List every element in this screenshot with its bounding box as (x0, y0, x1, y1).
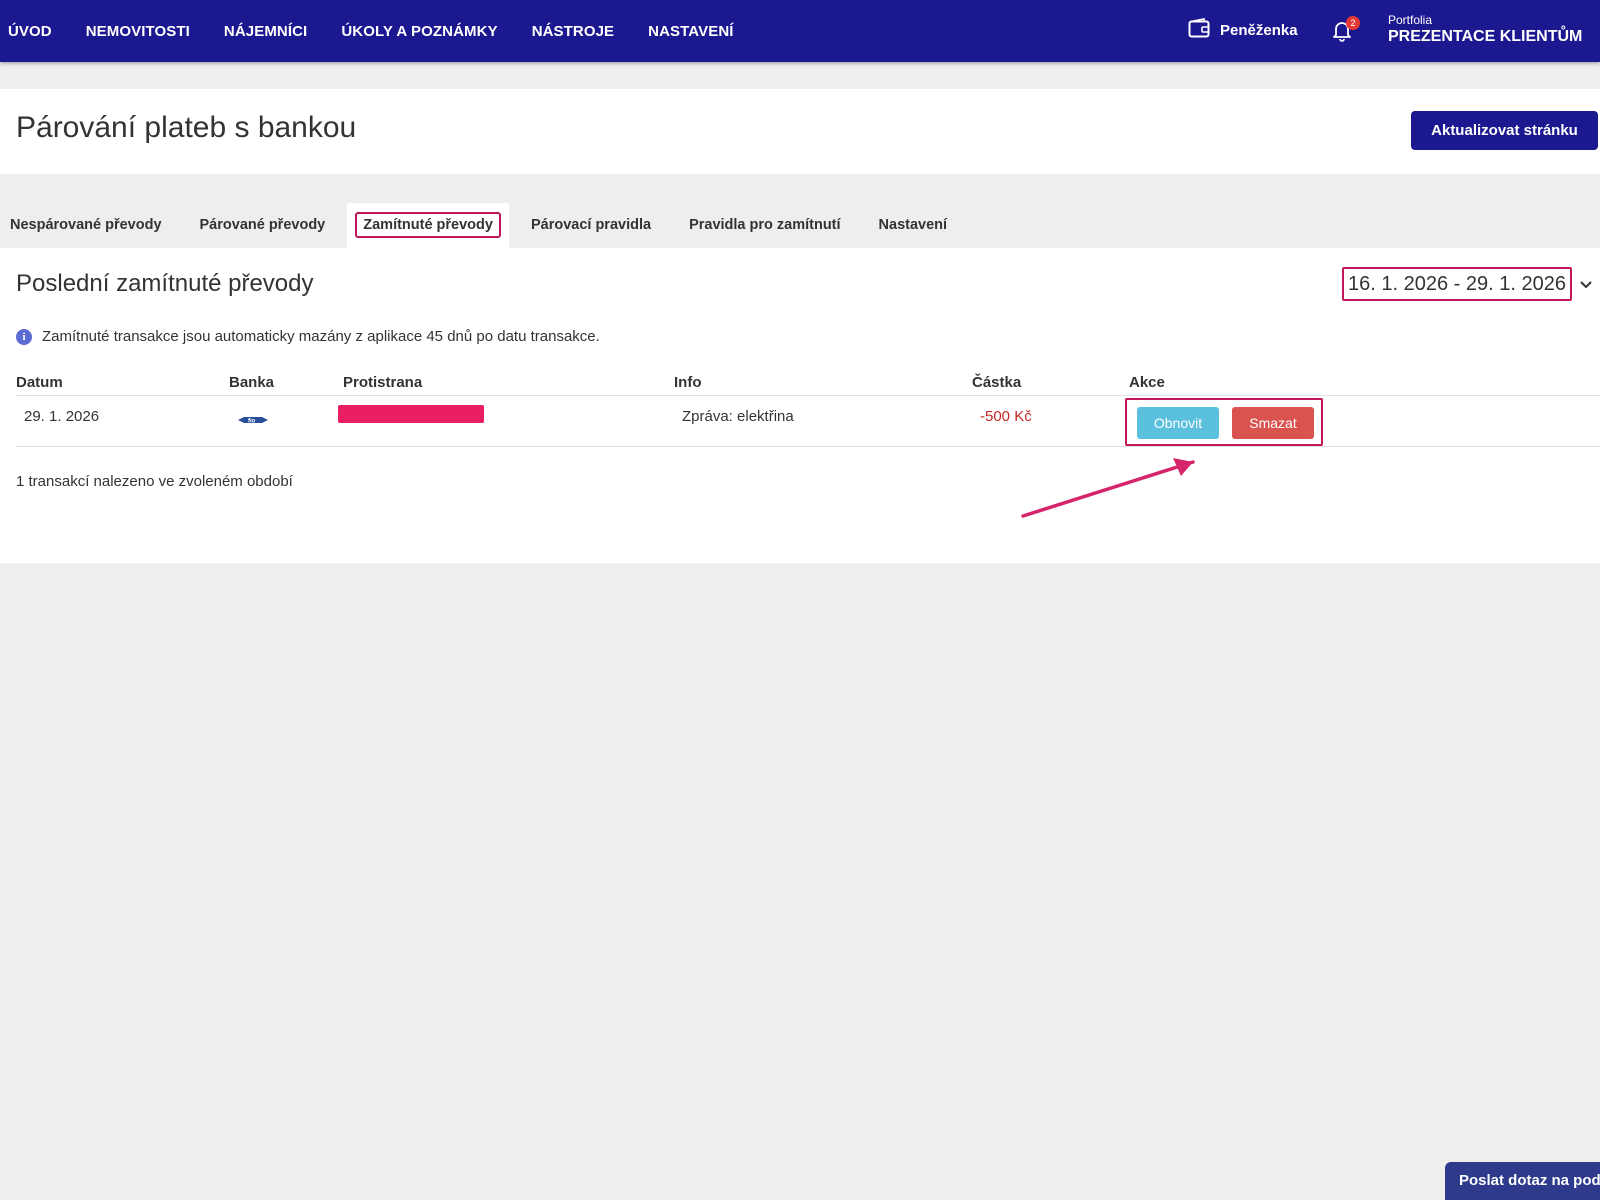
tab-nastaveni[interactable]: Nastavení (879, 203, 948, 248)
restore-button[interactable]: Obnovit (1137, 407, 1219, 439)
tab-label: Nespárované převody (10, 217, 162, 233)
wallet-icon (1188, 18, 1210, 43)
portfolio-label: Portfolia (1388, 13, 1433, 27)
row-info: Zpráva: elektřina (682, 408, 794, 425)
column-header-counterparty: Protistrana (343, 374, 423, 391)
row-date: 29. 1. 2026 (24, 408, 100, 425)
page-header: Párování plateb s bankou Aktualizovat st… (0, 89, 1600, 174)
date-range-picker[interactable]: 16. 1. 2026 - 29. 1. 2026 (1342, 267, 1572, 301)
top-navigation: ÚVOD NEMOVITOSTI NÁJEMNÍCI ÚKOLY A POZNÁ… (0, 0, 1600, 62)
column-header-info: Info (674, 374, 702, 391)
tab-parovaci-pravidla[interactable]: Párovací pravidla (531, 203, 651, 248)
tab-parovane[interactable]: Párované převody (200, 203, 326, 248)
nav-item-uvod[interactable]: ÚVOD (8, 23, 52, 40)
nav-item-nemovitosti[interactable]: NEMOVITOSTI (86, 23, 190, 40)
transactions-table: Datum Banka Protistrana Info Částka Akce… (16, 374, 1600, 447)
content-panel: Poslední zamítnuté převody 16. 1. 2026 -… (0, 248, 1600, 563)
section-title: Poslední zamítnuté převody (16, 270, 314, 297)
table-row: 29. 1. 2026 fio Zpráva: elektřina -500 K… (16, 396, 1600, 447)
tab-pravidla-zamitnuti[interactable]: Pravidla pro zamítnutí (689, 203, 840, 248)
chevron-down-icon[interactable] (1580, 276, 1592, 294)
tab-label: Zamítnuté převody (355, 212, 501, 238)
refresh-page-button[interactable]: Aktualizovat stránku (1411, 111, 1598, 150)
notification-badge: 2 (1346, 16, 1360, 30)
fio-bank-icon: fio (238, 412, 268, 432)
page-title: Párování plateb s bankou (16, 111, 357, 144)
column-header-amount: Částka (972, 374, 1022, 391)
info-icon: i (16, 328, 32, 345)
annotation-arrow-icon (1021, 458, 1195, 518)
table-header: Datum Banka Protistrana Info Částka Akce (16, 374, 1600, 396)
delete-button[interactable]: Smazat (1232, 407, 1314, 439)
wallet-label: Peněženka (1220, 22, 1298, 39)
counterparty-redacted (338, 405, 484, 423)
tab-label: Pravidla pro zamítnutí (689, 217, 841, 233)
portfolio-name: PREZENTACE KLIENTŮM (1388, 28, 1583, 45)
tab-label: Párovací pravidla (530, 217, 652, 233)
main-menu: ÚVOD NEMOVITOSTI NÁJEMNÍCI ÚKOLY A POZNÁ… (0, 0, 760, 62)
support-button[interactable]: Poslat dotaz na podporu (1445, 1162, 1600, 1200)
tab-nesparovane[interactable]: Nespárované převody (0, 203, 162, 248)
nav-item-ukoly[interactable]: ÚKOLY A POZNÁMKY (341, 23, 497, 40)
notifications-button[interactable]: 2 (1332, 16, 1360, 47)
row-actions: Obnovit Smazat (1125, 398, 1323, 446)
result-count: 1 transakcí nalezeno ve zvoleném období (16, 473, 293, 490)
svg-text:fio: fio (248, 419, 256, 425)
nav-item-nastaveni[interactable]: NASTAVENÍ (648, 23, 733, 40)
column-header-bank: Banka (229, 374, 275, 391)
nav-item-najemnici[interactable]: NÁJEMNÍCI (224, 23, 307, 40)
row-amount: -500 Kč (980, 408, 1032, 425)
info-notice: i Zamítnuté transakce jsou automaticky m… (16, 328, 600, 345)
tab-zamitnute[interactable]: Zamítnuté převody (347, 203, 509, 248)
tab-bar: Nespárované převody Párované převody Zam… (0, 203, 947, 248)
tab-label: Nastavení (878, 217, 948, 233)
support-button-wrapper: Poslat dotaz na podporu (1445, 1162, 1600, 1200)
column-header-actions: Akce (1129, 374, 1165, 391)
column-header-date: Datum (16, 374, 63, 391)
bell-icon (1332, 22, 1352, 46)
tab-label: Párované převody (199, 217, 326, 233)
nav-item-nastroje[interactable]: NÁSTROJE (532, 23, 614, 40)
wallet-link[interactable]: Peněženka (1188, 18, 1298, 43)
info-text: Zamítnuté transakce jsou automaticky maz… (42, 328, 600, 345)
portfolio-selector[interactable]: Portfolia PREZENTACE KLIENTŮM (1388, 14, 1582, 47)
